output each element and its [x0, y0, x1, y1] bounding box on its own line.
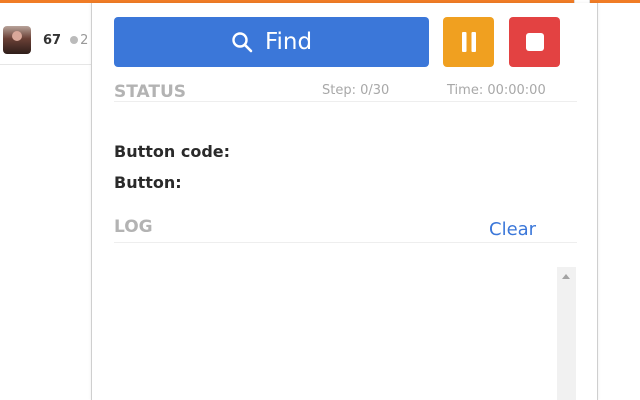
- log-section-title: LOG: [114, 217, 153, 237]
- clear-log-link[interactable]: Clear: [489, 219, 536, 240]
- button-code-label: Button code:: [114, 142, 231, 161]
- log-output-area[interactable]: [114, 267, 555, 400]
- user-count: 2: [80, 32, 89, 48]
- log-divider: [114, 242, 577, 243]
- search-icon: [232, 32, 253, 53]
- user-score: 67: [43, 32, 62, 48]
- pause-button[interactable]: [443, 17, 494, 67]
- step-counter: Step: 0/30: [322, 83, 390, 98]
- extension-popup: Find STATUS Step: 0/30 Time: 00:00:00 Bu…: [91, 3, 598, 400]
- background-divider: [0, 64, 92, 65]
- status-dot-icon: [70, 36, 79, 44]
- find-button[interactable]: Find: [114, 17, 429, 67]
- elapsed-time: Time: 00:00:00: [447, 83, 546, 98]
- button-label: Button:: [114, 173, 182, 192]
- background-user-row: 67 2: [0, 22, 88, 58]
- stop-button[interactable]: [509, 17, 560, 67]
- pause-icon: [461, 32, 476, 52]
- log-scrollbar[interactable]: [557, 267, 576, 400]
- status-divider: [114, 101, 577, 102]
- status-section-title: STATUS: [114, 82, 187, 102]
- avatar[interactable]: [3, 26, 31, 54]
- background-right-area: [598, 3, 640, 400]
- scroll-up-arrow-icon[interactable]: [562, 274, 570, 279]
- find-button-label: Find: [264, 29, 313, 55]
- stop-icon: [525, 33, 544, 51]
